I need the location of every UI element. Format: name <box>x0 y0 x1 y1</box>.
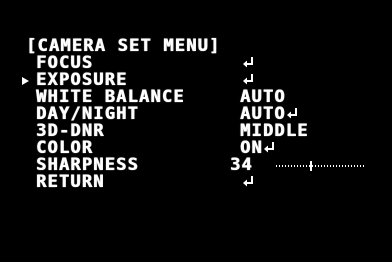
slider-track <box>276 165 364 167</box>
menu-item-return[interactable]: RETURN <box>26 174 366 191</box>
enter-return-icon <box>263 140 277 157</box>
triangle-right-icon <box>22 72 32 89</box>
menu-item-label: RETURN <box>36 172 105 192</box>
sharpness-slider[interactable] <box>276 161 364 171</box>
slider-knob[interactable] <box>310 161 312 171</box>
camera-osd-menu: [CAMERA SET MENU] FOCUS EXPOSURE WHITE B… <box>22 38 366 191</box>
enter-return-icon <box>242 55 256 72</box>
enter-return-icon <box>242 174 256 191</box>
menu-item-value: 34 <box>230 155 253 175</box>
